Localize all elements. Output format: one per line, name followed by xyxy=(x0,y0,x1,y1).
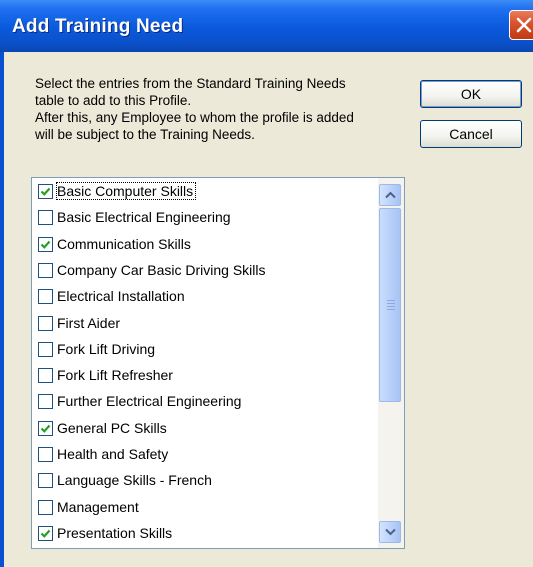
thumb-grip xyxy=(387,306,395,307)
scroll-up-button[interactable] xyxy=(379,184,401,206)
vertical-scrollbar[interactable] xyxy=(378,178,404,548)
checkmark-icon xyxy=(40,529,51,538)
add-training-need-dialog: Add Training Need Select the entries fro… xyxy=(0,0,533,567)
checkmark-icon xyxy=(40,187,51,196)
checkbox[interactable] xyxy=(38,210,53,226)
list-item[interactable]: First Aider xyxy=(36,311,380,337)
list-item[interactable]: Fork Lift Driving xyxy=(36,337,380,363)
scroll-thumb[interactable] xyxy=(379,208,401,402)
training-needs-list[interactable]: Basic Computer Skills Basic Electrical En… xyxy=(31,177,405,549)
instructions-line: will be subject to the Training Needs. xyxy=(35,127,255,142)
list-item-label: First Aider xyxy=(57,314,121,331)
list-item-label: General PC Skills xyxy=(57,419,167,436)
list-item-label: Basic Electrical Engineering xyxy=(57,209,231,226)
ok-button[interactable]: OK xyxy=(420,80,522,108)
list-item[interactable]: Electrical Installation xyxy=(36,284,380,310)
checkbox[interactable] xyxy=(38,289,53,305)
close-x-icon xyxy=(516,17,532,33)
checkbox[interactable] xyxy=(38,525,53,541)
checkbox[interactable] xyxy=(38,447,53,462)
list-item-label: Further Electrical Engineering xyxy=(57,393,242,410)
scroll-down-arrow-icon xyxy=(385,528,396,536)
list-item-label: Health and Safety xyxy=(57,446,169,462)
list-item[interactable]: General PC Skills xyxy=(36,416,380,442)
checkbox[interactable] xyxy=(38,236,53,252)
list-item[interactable]: Fork Lift Refresher xyxy=(36,363,380,389)
list-item[interactable]: Further Electrical Engineering xyxy=(36,389,380,415)
list-item-label: Fork Lift Driving xyxy=(57,340,156,357)
list-item-label: Basic Computer Skills xyxy=(55,182,197,200)
list-item-label: Management xyxy=(57,498,139,515)
checkbox[interactable] xyxy=(38,473,53,489)
checkmark-icon xyxy=(40,424,51,433)
list-item-label: Presentation Skills xyxy=(57,524,173,541)
list-item[interactable]: Language Skills - French xyxy=(36,468,380,494)
checkbox[interactable] xyxy=(38,420,53,436)
checkbox[interactable] xyxy=(38,315,53,331)
instructions-text: Select the entries from the Standard Tra… xyxy=(35,75,405,143)
list-item[interactable]: Health and Safety xyxy=(36,442,380,468)
checkbox[interactable] xyxy=(38,184,53,199)
thumb-grip xyxy=(387,303,395,304)
window-border xyxy=(0,52,4,567)
list-item-label: Fork Lift Refresher xyxy=(57,367,173,384)
list-item[interactable]: Communication Skills xyxy=(36,232,380,258)
list-item-label: Company Car Basic Driving Skills xyxy=(57,261,266,278)
cancel-button[interactable]: Cancel xyxy=(420,120,522,148)
list-item[interactable]: Basic Computer Skills xyxy=(36,179,380,205)
scroll-up-arrow-icon xyxy=(385,191,396,199)
title-bar[interactable]: Add Training Need xyxy=(0,0,533,52)
checkbox[interactable] xyxy=(38,368,53,384)
checkbox[interactable] xyxy=(38,341,53,357)
close-button[interactable] xyxy=(509,10,533,40)
checkmark-icon xyxy=(40,240,51,249)
list-item-label: Communication Skills xyxy=(57,235,191,252)
list-item[interactable]: Basic Electrical Engineering xyxy=(36,205,380,231)
dialog-title: Add Training Need xyxy=(12,16,184,37)
instructions-line: table to add to this Profile. xyxy=(35,93,192,108)
checkbox[interactable] xyxy=(38,499,53,515)
thumb-grip xyxy=(387,300,395,301)
list-item-label: Electrical Installation xyxy=(57,288,185,305)
scroll-down-button[interactable] xyxy=(379,521,401,543)
thumb-grip xyxy=(387,309,395,310)
list-item[interactable]: Presentation Skills xyxy=(36,521,380,547)
instructions-line: After this, any Employee to whom the pro… xyxy=(35,110,354,125)
checkbox[interactable] xyxy=(38,262,53,278)
list-item[interactable]: Management xyxy=(36,495,380,521)
list-item-label: Language Skills - French xyxy=(57,472,212,489)
instructions-line: Select the entries from the Standard Tra… xyxy=(35,76,346,91)
list-item[interactable]: Company Car Basic Driving Skills xyxy=(36,258,380,284)
checkbox[interactable] xyxy=(38,394,53,410)
